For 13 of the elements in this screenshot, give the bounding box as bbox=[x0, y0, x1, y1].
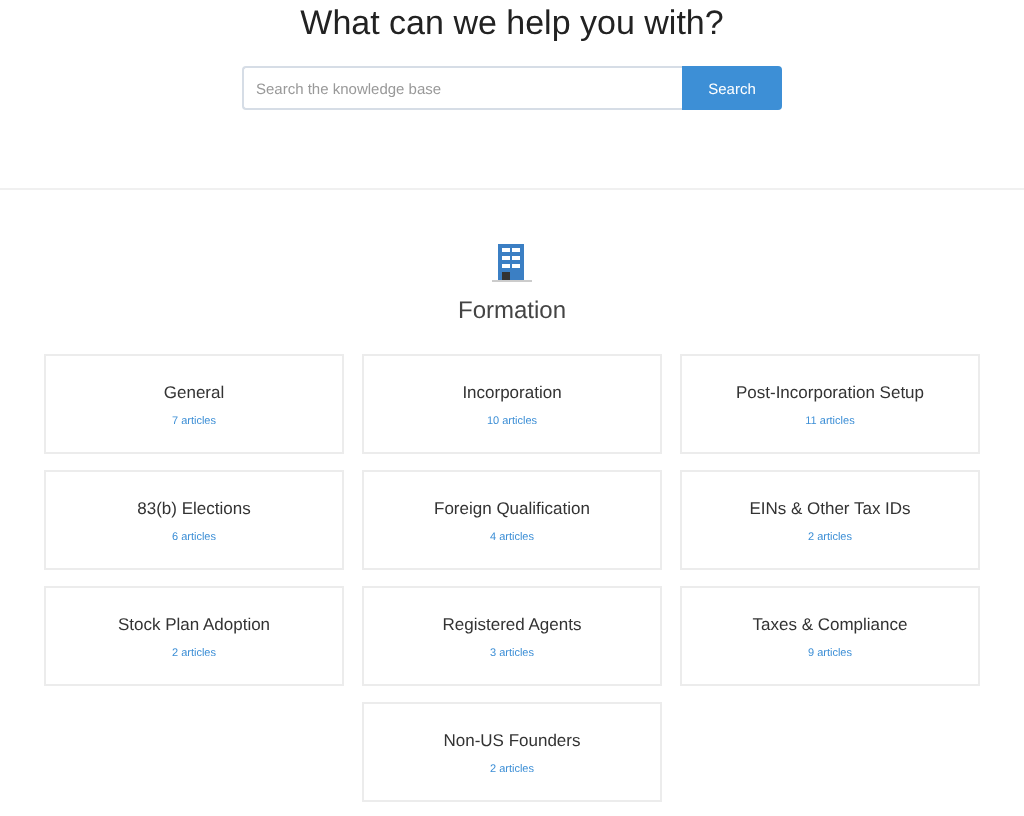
category-name: Post-Incorporation Setup bbox=[735, 381, 925, 401]
category-name: Non-US Founders bbox=[443, 729, 581, 749]
building-icon bbox=[492, 244, 532, 282]
category-name: Stock Plan Adoption bbox=[117, 613, 271, 633]
category-name: 83(b) Elections bbox=[137, 497, 251, 517]
category-name: EINs & Other Tax IDs bbox=[749, 497, 911, 517]
category-name: Registered Agents bbox=[442, 613, 582, 633]
category-name: Taxes & Compliance bbox=[752, 613, 908, 633]
category-name: Foreign Qualification bbox=[434, 497, 590, 517]
section-heading: Formation bbox=[457, 296, 567, 324]
page-heading: What can we help you with? bbox=[300, 4, 724, 44]
category-name: Incorporation bbox=[462, 381, 562, 401]
category-name: General bbox=[163, 381, 225, 401]
